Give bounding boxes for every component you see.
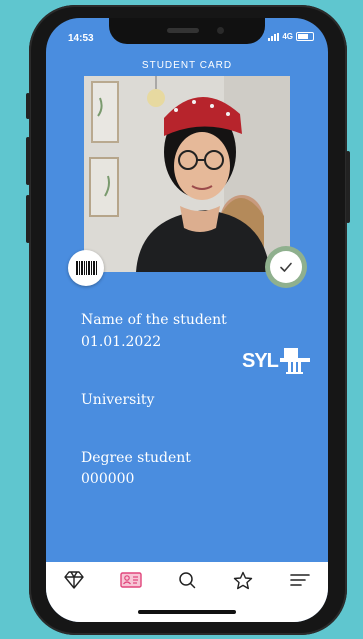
diamond-icon [64,571,84,589]
checkmark-icon [280,262,292,272]
volume-up-button [26,137,30,185]
nav-favorites[interactable] [225,566,261,594]
speaker [167,28,199,33]
search-icon [179,572,196,589]
verified-badge [265,246,307,288]
volume-down-button [26,195,30,243]
barcode-icon [75,261,97,275]
page-title: STUDENT CARD [141,60,233,71]
power-button [346,151,350,223]
syl-logo: SYL [242,348,310,374]
front-camera [217,27,224,34]
student-degree: Degree student [81,450,191,466]
nav-search[interactable] [169,566,205,594]
syl-pillar-icon [279,348,310,374]
student-portrait-image [84,76,290,272]
student-number: 000000 [81,471,135,487]
nav-menu[interactable] [282,566,318,594]
nav-student-card[interactable] [113,566,149,594]
student-date: 01.01.2022 [81,334,162,350]
home-indicator[interactable] [138,610,236,614]
barcode-button[interactable] [68,250,104,286]
battery-icon [296,32,314,41]
syl-logo-text: SYL [242,349,279,372]
student-name: Name of the student [81,312,227,328]
id-card-icon [119,572,142,588]
app-screen: 14:53 4G STUDENT CARD Name of the studen… [46,18,328,622]
menu-icon [289,574,310,586]
nav-benefits[interactable] [56,566,92,594]
status-icons: 4G [268,32,314,41]
phone-side-button [26,93,30,119]
status-time: 14:53 [68,33,94,44]
network-label: 4G [282,32,293,41]
notch [109,18,265,44]
student-photo [84,76,290,272]
signal-icon [268,32,280,41]
star-icon [234,571,253,589]
student-university: University [81,392,155,408]
